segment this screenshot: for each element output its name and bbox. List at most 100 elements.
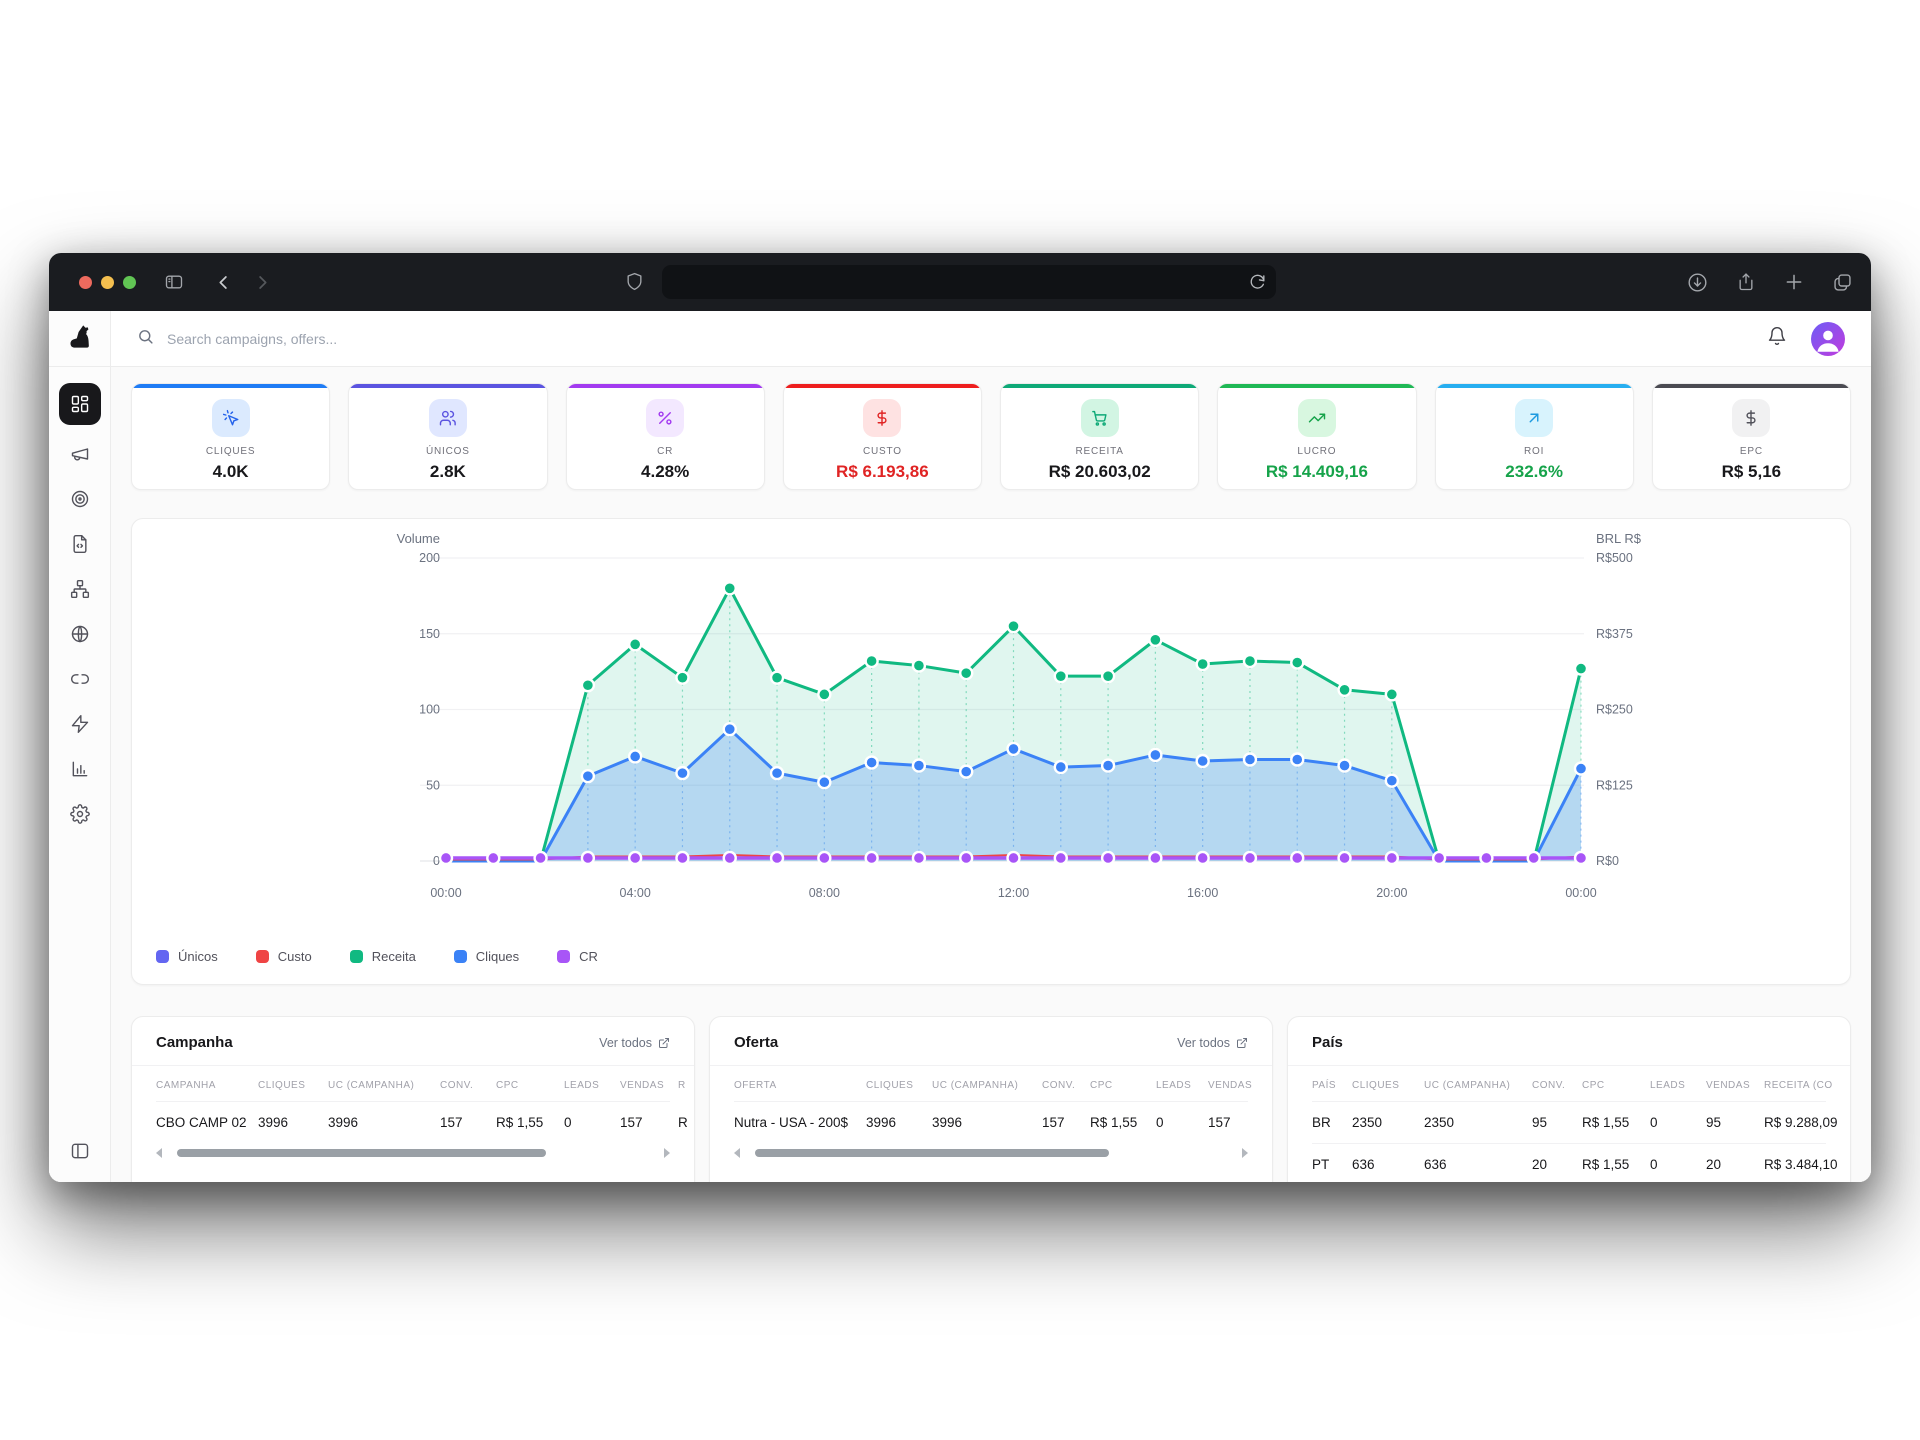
zoom-button[interactable] [123,276,136,289]
minimize-button[interactable] [101,276,114,289]
kpi-label: LUCRO [1297,446,1336,457]
kpi-card-lucro[interactable]: LUCROR$ 14.409,16 [1217,383,1416,490]
back-icon[interactable] [214,273,233,292]
table-row[interactable]: CBO CAMP 0239963996157R$ 1,550157R [156,1102,670,1143]
ver-todos-link[interactable]: Ver todos [1177,1036,1248,1050]
kpi-value: 232.6% [1505,462,1563,482]
table-cell: 3996 [866,1102,932,1143]
kpi-label: ÚNICOS [426,446,470,457]
legend-item[interactable]: Únicos [156,949,218,964]
legend-item[interactable]: Receita [350,949,416,964]
reload-icon[interactable] [1248,272,1267,291]
table-title: País [1312,1034,1343,1051]
scrollbar-track[interactable] [745,1149,1237,1157]
legend-swatch [256,950,269,963]
svg-text:12:00: 12:00 [998,886,1029,900]
svg-text:R$125: R$125 [1596,778,1633,792]
forward-icon[interactable] [253,273,272,292]
search-input[interactable] [165,330,585,348]
scrollbar-thumb[interactable] [177,1149,546,1157]
svg-text:16:00: 16:00 [1187,886,1218,900]
legend-item[interactable]: CR [557,949,598,964]
table-cell: CBO CAMP 02 [156,1102,258,1143]
kpi-card-custo[interactable]: CUSTOR$ 6.193,86 [783,383,982,490]
bar-chart-icon [70,759,90,779]
ver-todos-link[interactable]: Ver todos [599,1036,670,1050]
new-tab-icon[interactable] [1784,272,1804,292]
download-icon[interactable] [1687,272,1708,293]
search-icon [137,328,154,350]
svg-text:00:00: 00:00 [1565,886,1596,900]
sidebar-item-dashboard[interactable] [59,383,101,425]
cursor-click-icon [212,399,250,437]
avatar[interactable] [1811,322,1845,356]
sidebar-item-zap[interactable] [64,708,96,740]
sidebar-item-file-code[interactable] [64,528,96,560]
url-bar[interactable] [662,265,1276,299]
scrollbar-track[interactable] [167,1149,659,1157]
scroll-right-arrow[interactable] [1242,1148,1248,1158]
table-cell: 0 [1156,1102,1208,1143]
column-header: RECEITA (CO [1764,1066,1850,1101]
table-header-row: CAMPANHACLIQUESUC (CAMPANHA)CONV.CPCLEAD… [156,1066,670,1102]
table-row[interactable]: Nutra - USA - 200$39963996157R$ 1,550157 [734,1102,1248,1143]
scrollbar-thumb[interactable] [755,1149,1109,1157]
legend-label: Custo [278,949,312,964]
bell-icon[interactable] [1767,326,1787,351]
browser-window: CLIQUES4.0KÚNICOS2.8KCR4.28%CUSTOR$ 6.19… [49,253,1871,1182]
column-header: CAMPANHA [156,1066,258,1101]
table-card-oferta: OfertaVer todosOFERTACLIQUESUC (CAMPANHA… [709,1016,1273,1182]
scroll-left-arrow[interactable] [156,1148,162,1158]
panel-left-icon[interactable] [70,1141,90,1166]
kpi-value: R$ 6.193,86 [836,462,929,482]
kpi-accent-bar [567,384,764,388]
sidebar-toggle-icon[interactable] [164,272,184,292]
close-button[interactable] [79,276,92,289]
ver-todos-label: Ver todos [599,1036,652,1050]
legend-item[interactable]: Cliques [454,949,519,964]
shield-icon[interactable] [625,272,644,291]
app-logo[interactable] [49,311,110,367]
legend-swatch [350,950,363,963]
scroll-right-arrow[interactable] [664,1148,670,1158]
sidebar-item-bar-chart[interactable] [64,753,96,785]
kpi-card-cliques[interactable]: CLIQUES4.0K [131,383,330,490]
sidebar-item-globe[interactable] [64,618,96,650]
horizontal-scrollbar[interactable] [734,1146,1248,1160]
kpi-card-roi[interactable]: ROI232.6% [1435,383,1634,490]
kpi-card-receita[interactable]: RECEITAR$ 20.603,02 [1000,383,1199,490]
share-icon[interactable] [1736,272,1756,292]
column-header: UC (CAMPANHA) [1424,1066,1532,1101]
column-header: OFERTA [734,1066,866,1101]
table-cell: 3996 [932,1102,1042,1143]
kpi-card-únicos[interactable]: ÚNICOS2.8K [348,383,547,490]
sidebar-item-megaphone[interactable] [64,438,96,470]
tab-overview-icon[interactable] [1832,272,1853,293]
svg-text:04:00: 04:00 [620,886,651,900]
table-row[interactable]: BR2350235095R$ 1,55095R$ 9.288,09 [1312,1102,1826,1144]
table-cell: 3996 [258,1102,328,1143]
users-icon [429,399,467,437]
horizontal-scrollbar[interactable] [156,1146,670,1160]
sidebar-item-target[interactable] [64,483,96,515]
kpi-card-cr[interactable]: CR4.28% [566,383,765,490]
search-box[interactable] [137,328,1767,350]
kpi-accent-bar [132,384,329,388]
svg-text:BRL R$: BRL R$ [1596,531,1642,546]
legend-label: CR [579,949,598,964]
legend-label: Cliques [476,949,519,964]
legend-item[interactable]: Custo [256,949,312,964]
traffic-lights [79,276,136,289]
sidebar-item-hierarchy[interactable] [64,573,96,605]
column-header: UC (CAMPANHA) [328,1066,440,1101]
dashboard-content: CLIQUES4.0KÚNICOS2.8KCR4.28%CUSTOR$ 6.19… [111,367,1871,1182]
table-row[interactable]: PT63663620R$ 1,55020R$ 3.484,10 [1312,1144,1826,1182]
sidebar-item-settings[interactable] [64,798,96,830]
kpi-card-epc[interactable]: EPCR$ 5,16 [1652,383,1851,490]
sidebar-item-link[interactable] [64,663,96,695]
dollar-icon [863,399,901,437]
chart-legend: Únicos Custo Receita Cliques CR [156,949,598,964]
legend-label: Únicos [178,949,218,964]
table-cell: 636 [1424,1144,1532,1182]
scroll-left-arrow[interactable] [734,1148,740,1158]
